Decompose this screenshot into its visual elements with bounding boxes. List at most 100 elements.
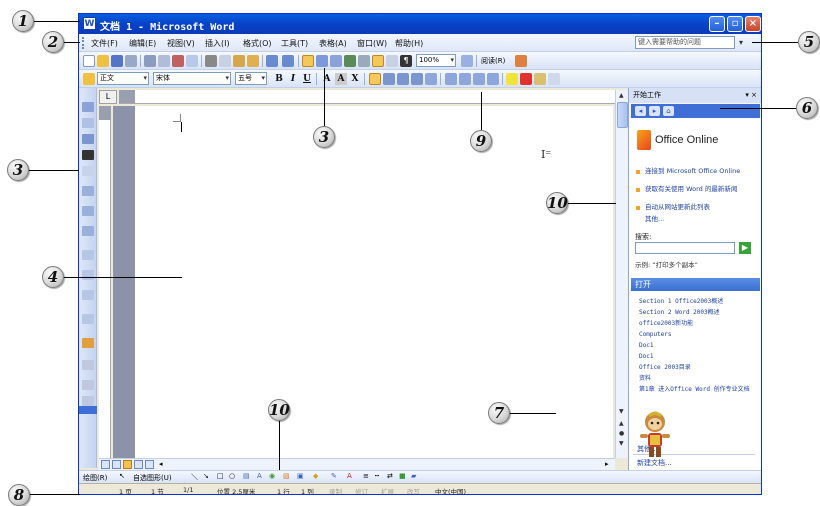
char-shading-button[interactable]: A [335,73,347,85]
font-combo[interactable]: 宋体 [153,72,231,85]
oval-icon[interactable]: ○ [229,472,235,480]
recent-file[interactable]: 第1章 进入Office Word 创作专业文档 [639,386,753,393]
paste-icon[interactable] [233,55,245,67]
shape-tool-icon[interactable] [82,206,94,216]
group-tool-icon[interactable] [82,226,94,236]
fill-color-icon[interactable]: ◆ [313,472,318,480]
office-assistant[interactable] [635,409,675,461]
next-page-icon[interactable]: ▼ [619,440,624,447]
style-combo[interactable]: 正文 [97,72,149,85]
close-button[interactable]: × [745,16,761,32]
title-bar[interactable]: W 文档 1 - Microsoft Word – ▫ × [79,14,761,34]
frame-tool-icon[interactable] [82,186,94,196]
horizontal-scrollbar[interactable]: ◂ ▸ [99,458,615,470]
pen-tool-icon[interactable] [82,166,94,176]
vertical-scrollbar[interactable]: ▲ ▼ ▲ ● ▼ [615,90,628,458]
horizontal-ruler[interactable] [119,90,615,104]
line-tool-icon[interactable] [82,150,94,160]
task-pane-close-icon[interactable]: ▾ × [745,88,757,103]
scroll-right-icon[interactable]: ▸ [605,460,609,468]
arrow-style-icon[interactable]: ⇄ [387,472,393,480]
doc-map-icon[interactable] [386,55,398,67]
order-tool-icon[interactable] [82,270,94,280]
menu-view[interactable]: 视图(V) [167,38,195,49]
diagram-tool-icon[interactable] [82,360,94,370]
italic-button[interactable]: I [287,73,299,85]
dash-style-icon[interactable]: ┅ [375,472,379,480]
insert-excel-icon[interactable] [344,55,356,67]
print-preview-icon[interactable] [158,55,170,67]
search-go-icon[interactable]: ▶ [739,242,751,254]
char-border-button[interactable]: A [321,73,333,85]
line-icon[interactable]: ＼ [191,472,198,482]
permission-icon[interactable] [125,55,137,67]
textbox-icon[interactable]: ▤ [243,472,250,480]
status-mode-track[interactable]: 修订 [355,486,368,494]
increase-indent-icon[interactable] [487,73,499,85]
menu-tools[interactable]: 工具(T) [281,38,308,49]
clipart-icon[interactable]: ▨ [283,472,290,480]
menu-window[interactable]: 窗口(W) [357,38,387,49]
menu-edit[interactable]: 编辑(E) [129,38,156,49]
normal-view-icon[interactable] [101,460,110,469]
undo-icon[interactable] [266,55,278,67]
numbering-icon[interactable] [445,73,457,85]
help-icon[interactable] [461,55,473,67]
select-tool-icon[interactable] [82,102,94,112]
link-connect-online[interactable]: 连接到 Microsoft Office Online [645,168,751,175]
align-right-icon[interactable] [397,73,409,85]
arrow-icon[interactable]: ↘ [203,472,209,480]
web-view-icon[interactable] [112,460,121,469]
rotate-tool-icon[interactable] [82,250,94,260]
line-style-icon[interactable]: ≡ [363,472,369,480]
print-view-icon[interactable] [123,460,132,469]
menu-file[interactable]: 文件(F) [91,38,118,49]
text-direction-icon[interactable] [82,380,94,390]
copy-icon[interactable] [219,55,231,67]
vertical-ruler[interactable] [99,106,111,460]
ask-question-box[interactable]: 键入需要帮助的问题 [635,36,735,49]
minimize-button[interactable]: – [709,16,725,32]
new-doc-icon[interactable] [83,55,95,67]
char-scale-button[interactable]: X [349,73,361,85]
reading-view-icon[interactable] [145,460,154,469]
shadow-icon[interactable]: ■ [399,472,406,480]
print-icon[interactable] [144,55,156,67]
rectangle-icon[interactable]: □ [217,472,224,480]
scroll-thumb[interactable] [617,102,628,128]
textbox-tool-icon[interactable] [82,118,94,128]
decrease-indent-icon[interactable] [473,73,485,85]
toolbar-options-icon[interactable] [515,55,527,67]
recent-file[interactable]: Section 1 Office2003概述 [639,298,753,305]
font-color-icon[interactable] [520,73,532,85]
recent-file[interactable]: Office 2003目录 [639,364,753,371]
maximize-button[interactable]: ▫ [727,16,743,32]
phonetic-guide-icon[interactable] [534,73,546,85]
table-tool-icon[interactable] [82,134,94,144]
diagram-icon[interactable]: ◉ [269,472,275,480]
font-size-combo[interactable]: 五号 [235,72,267,85]
back-arrow-icon[interactable]: ◂ [635,106,646,116]
forward-arrow-icon[interactable]: ▸ [649,106,660,116]
recent-file[interactable]: Computers [639,331,753,338]
highlight-icon[interactable] [506,73,518,85]
redo-icon[interactable] [282,55,294,67]
browse-object-icon[interactable]: ● [619,430,624,437]
bullets-icon[interactable] [459,73,471,85]
zoom-combo[interactable]: 100% [416,54,456,67]
status-mode-extend[interactable]: 扩展 [381,486,394,494]
border-tool-icon[interactable] [82,314,94,324]
styles-icon[interactable] [83,73,95,85]
menubar-grip[interactable] [82,37,85,49]
recent-file[interactable]: Doc1 [639,353,753,360]
read-button[interactable]: 阅读(R) [481,56,505,66]
cut-icon[interactable] [205,55,217,67]
font-color-draw-icon[interactable]: A [347,472,352,480]
wordart-icon[interactable]: A [257,472,262,480]
columns-icon[interactable] [358,55,370,67]
align-tool-icon[interactable] [82,290,94,300]
format-painter-icon[interactable] [247,55,259,67]
hyperlink-icon[interactable] [302,55,314,67]
tables-borders-icon[interactable] [316,55,328,67]
align-center-icon[interactable] [383,73,395,85]
